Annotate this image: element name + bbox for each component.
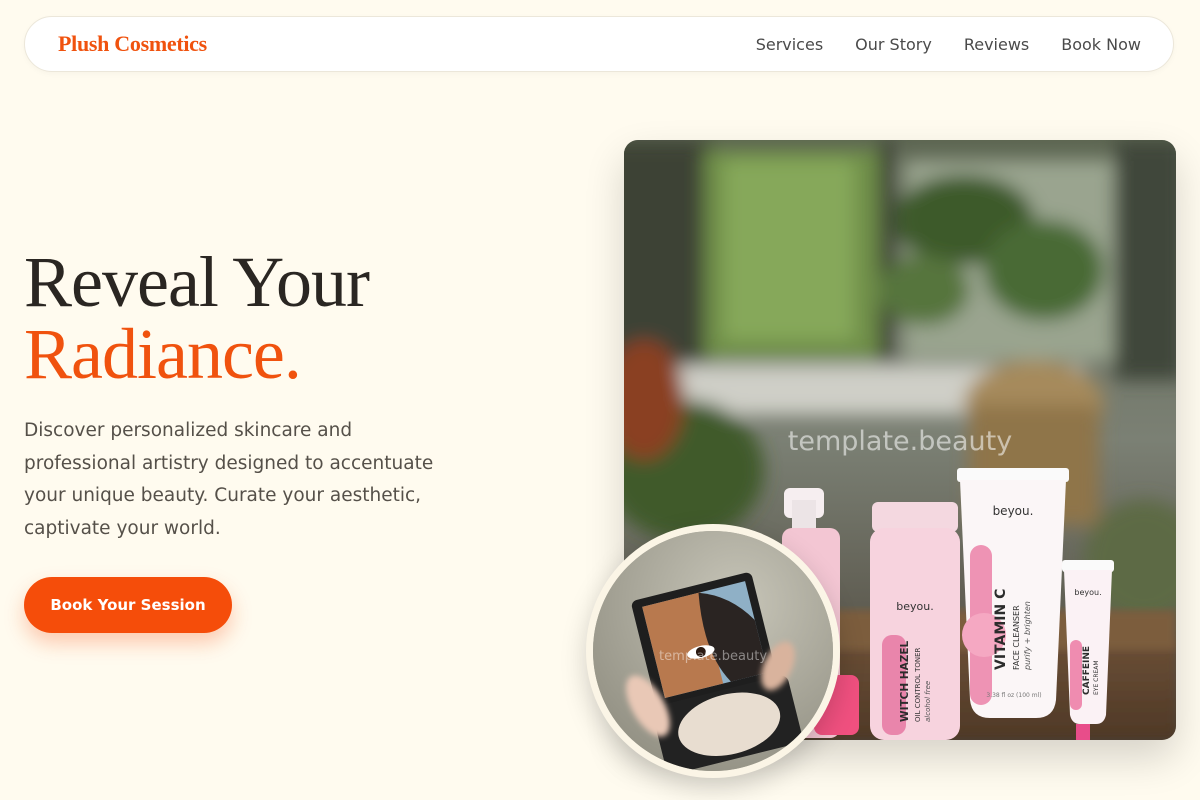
witch-hazel-name-text: WITCH HAZEL	[899, 641, 911, 722]
caffeine-name-text: CAFFEINE	[1082, 646, 1092, 695]
vitamin-c-sub-text: FACE CLEANSER	[1012, 605, 1021, 670]
hero-title: Reveal Your Radiance.	[24, 242, 370, 394]
hero-title-line-2: Radiance.	[24, 314, 302, 394]
caffeine-sub-text: EYE CREAM	[1093, 660, 1100, 695]
image-watermark: template.beauty	[787, 426, 1013, 457]
witch-hazel-sub-text: OIL CONTROL TONER	[914, 647, 922, 722]
mirror-inset-photo: template.beauty	[586, 524, 840, 778]
top-navigation: Plush Cosmetics Services Our Story Revie…	[24, 16, 1174, 72]
witch-hazel-note-text: alcohol free	[924, 681, 932, 722]
nav-link-book-now[interactable]: Book Now	[1061, 35, 1141, 54]
nav-link-services[interactable]: Services	[756, 35, 823, 54]
vitamin-c-note-text: purify + brighten	[1023, 601, 1032, 671]
vitamin-c-name-text: VITAMIN C	[993, 589, 1009, 670]
nav-links: Services Our Story Reviews Book Now	[756, 35, 1141, 54]
hero-title-line-1: Reveal Your	[24, 242, 370, 322]
vitamin-c-brand-text: beyou.	[993, 504, 1034, 518]
witch-hazel-toner-bottle: beyou. WITCH HAZEL OIL CONTROL TONER alc…	[870, 502, 960, 740]
nav-link-reviews[interactable]: Reviews	[964, 35, 1029, 54]
nav-link-our-story[interactable]: Our Story	[855, 35, 932, 54]
vitamin-c-cleanser-tube: beyou. VITAMIN C FACE CLEANSER purify + …	[957, 468, 1069, 718]
caffeine-brand-text: beyou.	[1074, 588, 1101, 597]
book-session-button[interactable]: Book Your Session	[24, 577, 232, 633]
inset-watermark: template.beauty	[658, 649, 768, 664]
witch-hazel-brand-text: beyou.	[896, 600, 933, 613]
vitamin-c-size-text: 3.38 fl oz (100 ml)	[986, 692, 1041, 699]
hero-description: Discover personalized skincare and profe…	[24, 420, 434, 539]
brand-logo[interactable]: Plush Cosmetics	[58, 31, 207, 57]
